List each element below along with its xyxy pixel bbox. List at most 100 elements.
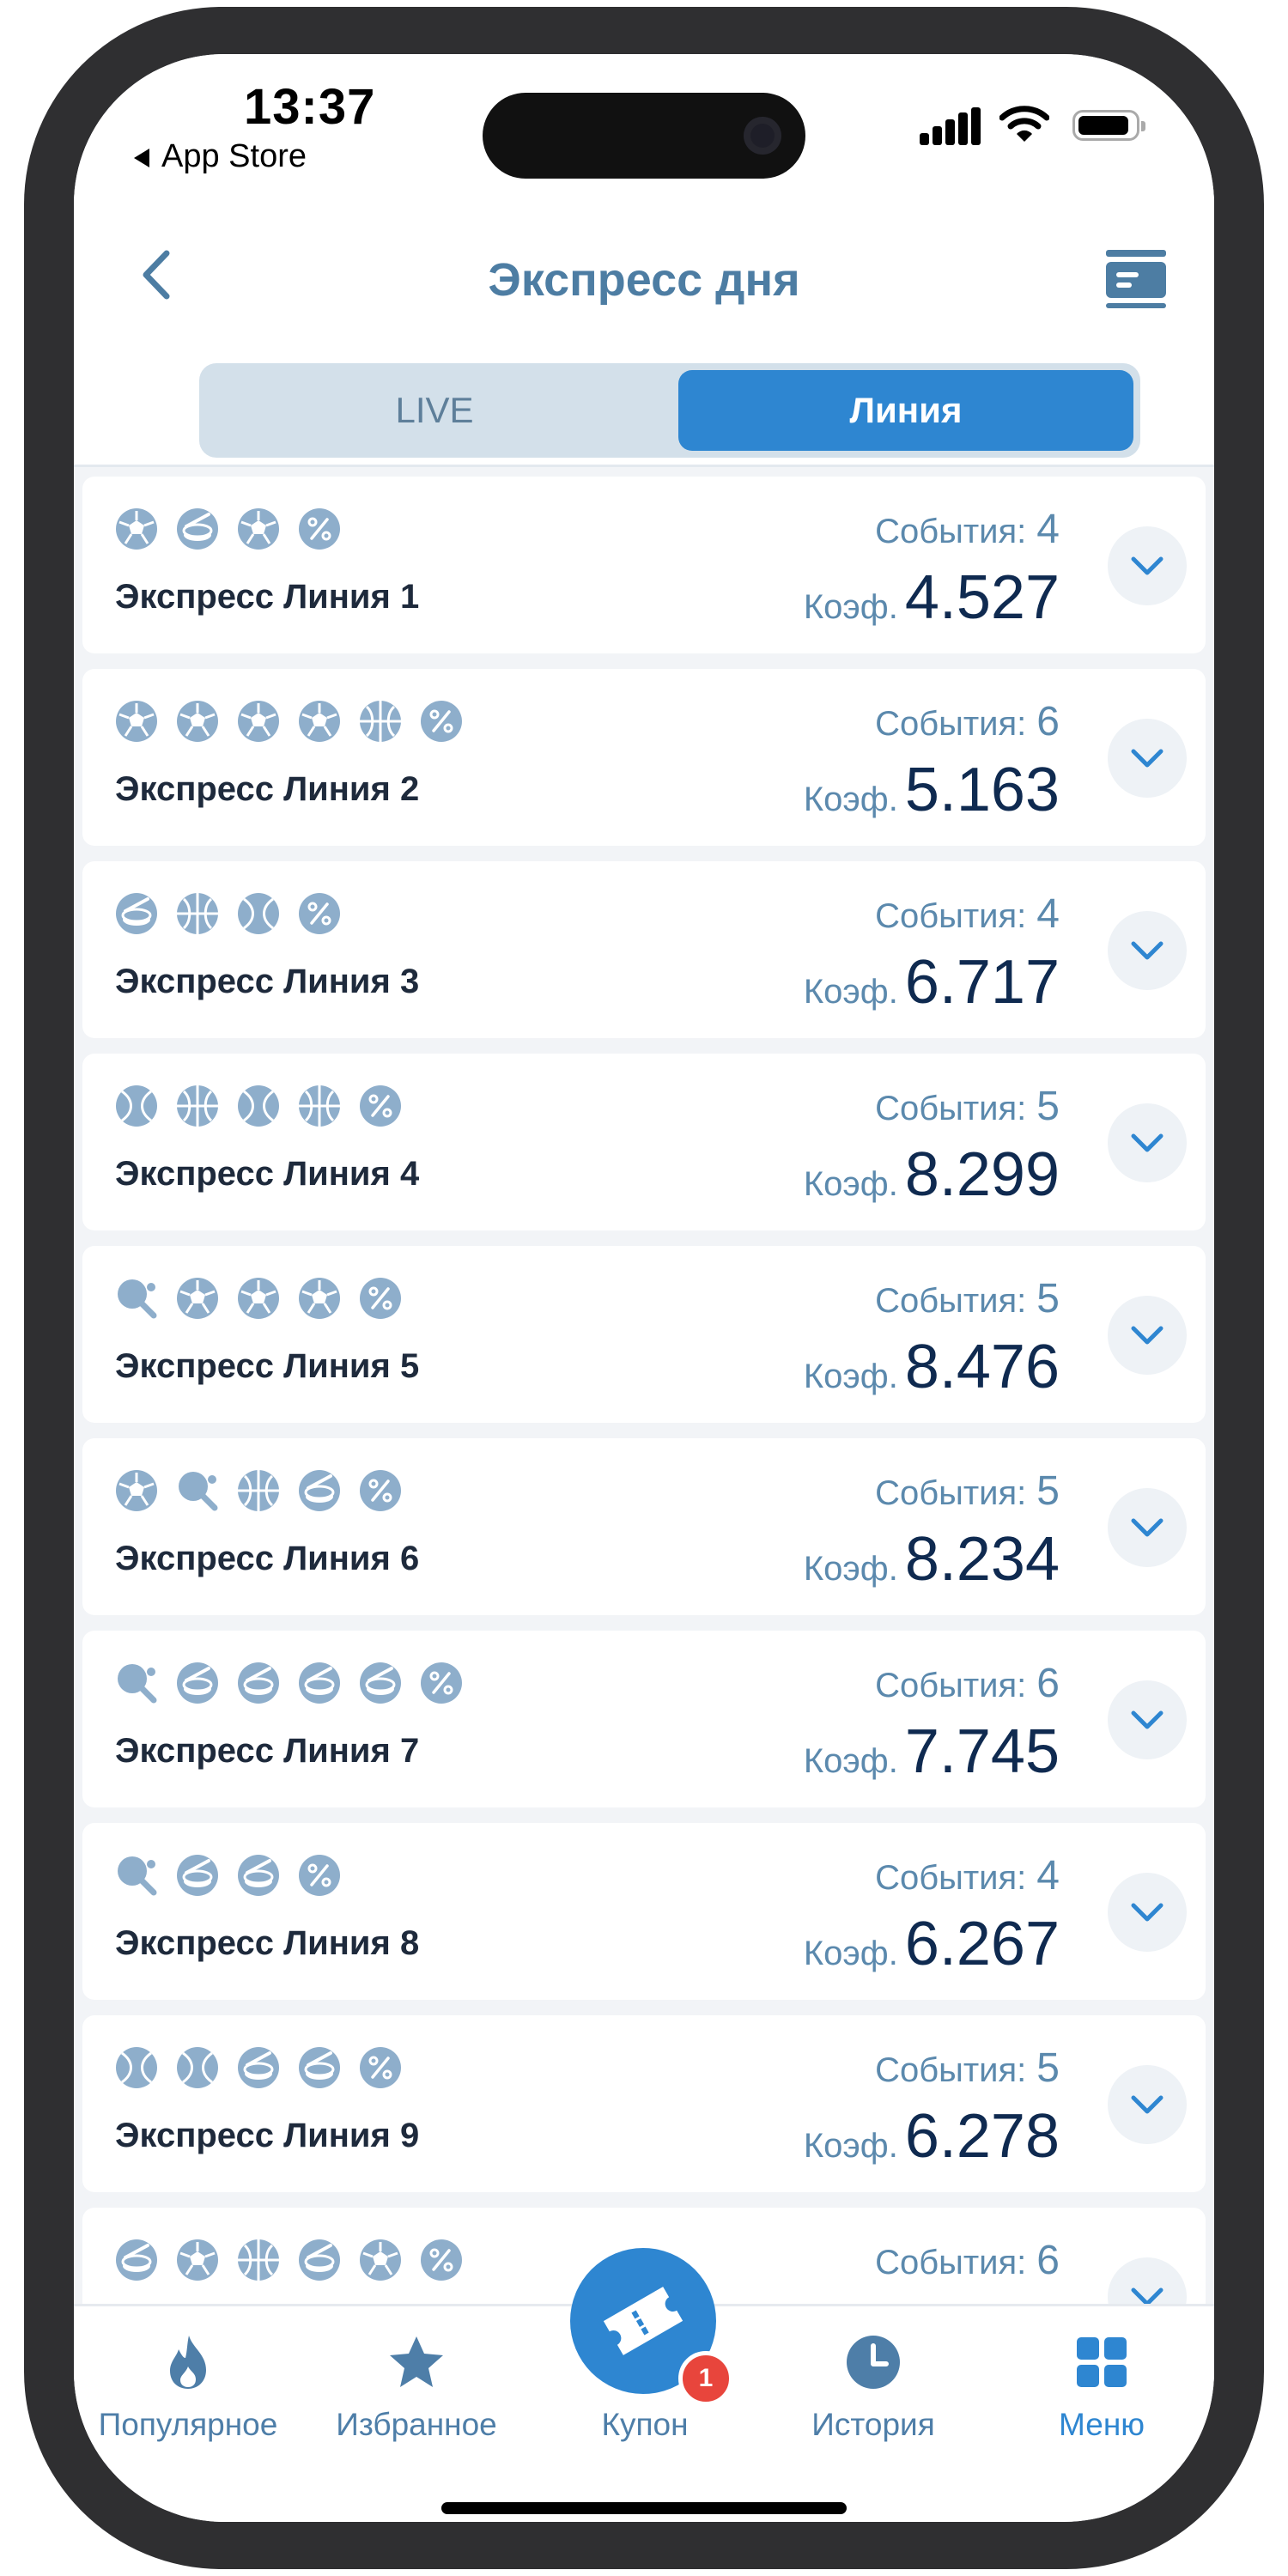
sport-icons xyxy=(115,1277,420,1321)
soccer-icon xyxy=(237,507,280,550)
expand-button[interactable] xyxy=(1108,719,1187,798)
soccer-icon xyxy=(176,700,219,743)
pingpong-icon xyxy=(115,1662,158,1704)
expand-button[interactable] xyxy=(1108,2257,1187,2304)
tennis-icon xyxy=(237,892,280,935)
express-card[interactable]: Экспресс Линия 3 События: 4 Коэф. 6.717 xyxy=(82,861,1206,1038)
chevron-down-icon xyxy=(1131,1133,1163,1152)
chevron-down-icon xyxy=(1131,941,1163,960)
expand-button[interactable] xyxy=(1108,911,1187,990)
expand-button[interactable] xyxy=(1108,1488,1187,1567)
coef-label: Коэф. xyxy=(803,1550,898,1588)
coef: Коэф. 6.267 xyxy=(804,1909,1060,1979)
express-name: Экспресс Линия 1 xyxy=(115,578,420,616)
expand-button[interactable] xyxy=(1108,1873,1187,1952)
bonus-icon xyxy=(420,700,463,743)
coef-label: Коэф. xyxy=(803,1165,898,1203)
coupon-list-icon[interactable] xyxy=(1103,245,1170,312)
tab-favorites[interactable]: Избранное xyxy=(302,2306,531,2461)
hockey-icon xyxy=(298,1469,341,1512)
back-to-app-link[interactable]: App Store xyxy=(134,138,307,175)
express-card[interactable]: Экспресс Линия 7 События: 6 Коэф. 7.745 xyxy=(82,1631,1206,1807)
sport-icons xyxy=(115,892,359,937)
express-card[interactable]: Экспресс Линия 1 События: 4 Коэф. 4.527 xyxy=(82,477,1206,653)
sport-icons xyxy=(115,1854,359,1899)
events-label: События: xyxy=(875,2244,1027,2281)
bonus-icon xyxy=(359,2046,402,2089)
soccer-icon xyxy=(298,700,341,743)
soccer-icon xyxy=(237,700,280,743)
tab-line[interactable]: Линия xyxy=(678,370,1133,451)
status-bar: 13:37 App Store xyxy=(74,54,1214,226)
hockey-icon xyxy=(237,2046,280,2089)
status-time: 13:37 xyxy=(244,79,376,135)
bonus-icon xyxy=(359,1469,402,1512)
coef-value: 5.163 xyxy=(904,756,1060,824)
hockey-icon xyxy=(115,2239,158,2281)
coef-value: 7.745 xyxy=(904,1717,1060,1786)
hockey-icon xyxy=(176,1854,219,1897)
bonus-icon xyxy=(359,1084,402,1127)
expand-button[interactable] xyxy=(1108,2065,1187,2144)
basketball-icon xyxy=(176,892,219,935)
express-card[interactable]: Экспресс Линия 6 События: 5 Коэф. 8.234 xyxy=(82,1438,1206,1615)
express-card[interactable]: Экспресс Линия 4 События: 5 Коэф. 8.299 xyxy=(82,1054,1206,1230)
expand-button[interactable] xyxy=(1108,1103,1187,1182)
events-label: События: xyxy=(875,513,1027,550)
soccer-icon xyxy=(115,700,158,743)
tab-history[interactable]: История xyxy=(759,2306,987,2461)
coef-value: 8.234 xyxy=(904,1525,1060,1594)
express-card[interactable]: Экспресс Линия 5 События: 5 Коэф. 8.476 xyxy=(82,1246,1206,1423)
events-label: События: xyxy=(875,1090,1027,1127)
soccer-icon xyxy=(176,1277,219,1320)
express-name: Экспресс Линия 6 xyxy=(115,1540,420,1577)
tab-menu-label: Меню xyxy=(1059,2407,1145,2442)
coef: Коэф. 5.163 xyxy=(804,755,1060,825)
chevron-down-icon xyxy=(1131,2095,1163,2114)
sport-icons xyxy=(115,700,481,744)
basketball-icon xyxy=(237,1469,280,1512)
events-value: 6 xyxy=(1036,699,1060,744)
coef: Коэф. 6.717 xyxy=(804,947,1060,1018)
events-count: События: 6 xyxy=(875,1660,1060,1707)
coef: Коэф. 8.299 xyxy=(804,1139,1060,1210)
coef: Коэф. 8.234 xyxy=(804,1524,1060,1595)
events-label: События: xyxy=(875,1282,1027,1320)
express-card[interactable]: Экспресс Линия 9 События: 5 Коэф. 6.278 xyxy=(82,2015,1206,2192)
tab-live[interactable]: LIVE xyxy=(199,363,670,458)
expand-button[interactable] xyxy=(1108,1680,1187,1759)
tab-favorites-label: Избранное xyxy=(336,2407,497,2442)
clock-icon xyxy=(847,2336,900,2389)
tab-menu[interactable]: Меню xyxy=(987,2306,1214,2461)
page-title: Экспресс дня xyxy=(488,254,800,306)
soccer-icon xyxy=(176,2239,219,2281)
express-name: Экспресс Линия 7 xyxy=(115,1732,420,1770)
chevron-down-icon xyxy=(1131,749,1163,768)
sport-icons xyxy=(115,1662,481,1706)
events-value: 5 xyxy=(1036,1276,1060,1321)
hockey-icon xyxy=(359,1662,402,1704)
back-triangle-icon xyxy=(134,148,149,167)
express-card[interactable]: Экспресс Линия 2 События: 6 Коэф. 5.163 xyxy=(82,669,1206,846)
events-value: 5 xyxy=(1036,1084,1060,1129)
tennis-icon xyxy=(115,1084,158,1127)
expand-button[interactable] xyxy=(1108,526,1187,605)
coef-label: Коэф. xyxy=(803,1358,898,1395)
soccer-icon xyxy=(115,507,158,550)
coef: Коэф. 4.527 xyxy=(804,562,1060,633)
hockey-icon xyxy=(115,892,158,935)
phone-frame: 13:37 App Store Экспресс дня LIVE Линия … xyxy=(24,7,1264,2569)
tab-popular[interactable]: Популярное xyxy=(74,2306,302,2461)
express-card[interactable]: Экспресс Линия 8 События: 4 Коэф. 6.267 xyxy=(82,1823,1206,2000)
sport-icons xyxy=(115,1084,420,1129)
coef: Коэф. 7.745 xyxy=(804,1716,1060,1787)
coupon-count-badge: 1 xyxy=(678,2351,733,2406)
events-count: События: 6 xyxy=(875,698,1060,745)
events-value: 5 xyxy=(1036,1468,1060,1514)
events-value: 4 xyxy=(1036,507,1060,552)
expand-button[interactable] xyxy=(1108,1296,1187,1375)
soccer-icon xyxy=(115,1469,158,1512)
events-label: События: xyxy=(875,2051,1027,2089)
events-value: 4 xyxy=(1036,1853,1060,1899)
hockey-icon xyxy=(237,1662,280,1704)
